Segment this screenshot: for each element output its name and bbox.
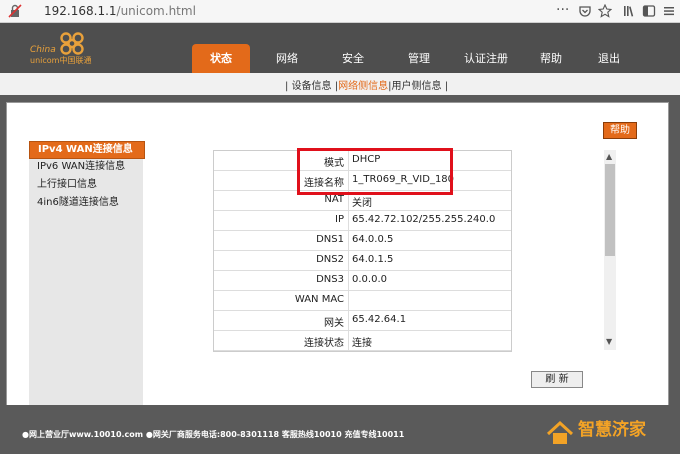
router-header xyxy=(0,23,680,73)
row-key: IP xyxy=(335,214,344,225)
table-row: DNS1 64.0.0.5 xyxy=(214,231,511,251)
row-key: WAN MAC xyxy=(294,294,344,305)
column-divider xyxy=(348,211,349,230)
sub-nav-network-side-info[interactable]: 网络侧信息 xyxy=(338,81,388,92)
sidebar-item-ipv6-wan[interactable]: IPv6 WAN连接信息 xyxy=(29,159,145,175)
table-row: IP 65.42.72.102/255.255.240.0 xyxy=(214,211,511,231)
bookmark-star-icon[interactable] xyxy=(598,4,612,18)
url-path: /unicom.html xyxy=(116,4,196,18)
sub-nav-device-info[interactable]: 设备信息 xyxy=(292,81,332,92)
nav-tab-help[interactable]: 帮助 xyxy=(540,50,562,66)
nav-tab-network[interactable]: 网络 xyxy=(276,50,298,66)
row-key: DNS2 xyxy=(316,254,344,265)
highlight-box xyxy=(297,148,453,195)
table-row: DNS3 0.0.0.0 xyxy=(214,271,511,291)
hamburger-menu-icon[interactable] xyxy=(662,4,676,18)
nav-tab-auth-register[interactable]: 认证注册 xyxy=(464,50,508,66)
pocket-icon[interactable] xyxy=(578,4,592,18)
sub-nav-links: | 设备信息 |网络侧信息|用户侧信息 | xyxy=(285,77,448,92)
left-sidebar: IPv4 WAN连接信息 IPv6 WAN连接信息 上行接口信息 4in6隧道连… xyxy=(29,141,145,405)
row-key: 网关 xyxy=(324,318,344,329)
refresh-button[interactable]: 刷 新 xyxy=(531,371,583,388)
nav-tab-security[interactable]: 安全 xyxy=(342,50,364,66)
row-key: 连接状态 xyxy=(304,338,344,349)
row-value: 关闭 xyxy=(352,198,372,209)
row-value: 64.0.1.5 xyxy=(352,254,394,265)
watermark-text: 智慧济家 xyxy=(578,420,646,440)
row-value: 64.0.0.5 xyxy=(352,234,394,245)
footer-contact-text: ●网上营业厅www.10010.com ●网关厂商服务电话:800-830111… xyxy=(22,430,405,439)
table-scrollbar[interactable]: ▲ ▼ xyxy=(604,150,616,350)
watermark-house-icon xyxy=(546,420,574,444)
sidebar-toggle-icon[interactable] xyxy=(642,4,656,18)
table-row: WAN MAC xyxy=(214,291,511,311)
column-divider xyxy=(348,231,349,250)
row-value: 65.42.72.102/255.255.240.0 xyxy=(352,214,496,225)
china-unicom-logo: China unicom中国联通 xyxy=(30,31,92,67)
insecure-lock-icon[interactable] xyxy=(8,4,22,18)
nav-tab-logout[interactable]: 退出 xyxy=(598,50,620,66)
scroll-down-icon[interactable]: ▼ xyxy=(606,337,612,346)
unicom-knot-icon xyxy=(60,32,84,55)
row-key: DNS1 xyxy=(316,234,344,245)
sidebar-item-4in6-tunnel[interactable]: 4in6隧道连接信息 xyxy=(29,195,145,211)
row-key: DNS3 xyxy=(316,274,344,285)
row-key: NAT xyxy=(324,194,344,205)
url-host: 192.168.1.1 xyxy=(44,4,117,18)
sub-nav-separator: | xyxy=(285,81,289,92)
column-divider xyxy=(348,331,349,350)
browser-url-bar[interactable]: 192.168.1.1/unicom.html ··· xyxy=(0,0,680,23)
sidebar-item-ipv4-wan[interactable]: IPv4 WAN连接信息 xyxy=(29,141,145,159)
library-icon[interactable] xyxy=(622,4,636,18)
nav-tab-status-label: 状态 xyxy=(210,52,232,65)
logo-china-text: China xyxy=(30,45,56,55)
content-panel: IPv4 WAN连接信息 IPv6 WAN连接信息 上行接口信息 4in6隧道连… xyxy=(6,102,669,407)
url-text[interactable]: 192.168.1.1/unicom.html xyxy=(44,4,196,18)
table-row: 连接状态 连接 xyxy=(214,331,511,351)
sidebar-item-uplink[interactable]: 上行接口信息 xyxy=(29,177,145,193)
page-actions-menu-icon[interactable]: ··· xyxy=(556,2,569,18)
nav-tab-management[interactable]: 管理 xyxy=(408,50,430,66)
sub-nav-separator: | xyxy=(444,81,449,92)
scroll-up-icon[interactable]: ▲ xyxy=(606,152,612,161)
sub-nav-bar: | 设备信息 |网络侧信息|用户侧信息 | xyxy=(0,73,680,95)
table-row: DNS2 64.0.1.5 xyxy=(214,251,511,271)
table-row: 网关 65.42.64.1 xyxy=(214,311,511,331)
row-value: 0.0.0.0 xyxy=(352,274,387,285)
column-divider xyxy=(348,271,349,290)
column-divider xyxy=(348,311,349,330)
sub-nav-user-side-info[interactable]: 用户侧信息 xyxy=(392,81,442,92)
nav-tab-status[interactable]: 状态 xyxy=(192,44,250,73)
row-value: 65.42.64.1 xyxy=(352,314,407,325)
column-divider xyxy=(348,291,349,310)
row-value: 连接 xyxy=(352,338,372,349)
column-divider xyxy=(348,251,349,270)
scrollbar-thumb[interactable] xyxy=(605,164,615,256)
help-button[interactable]: 帮助 xyxy=(603,122,637,139)
